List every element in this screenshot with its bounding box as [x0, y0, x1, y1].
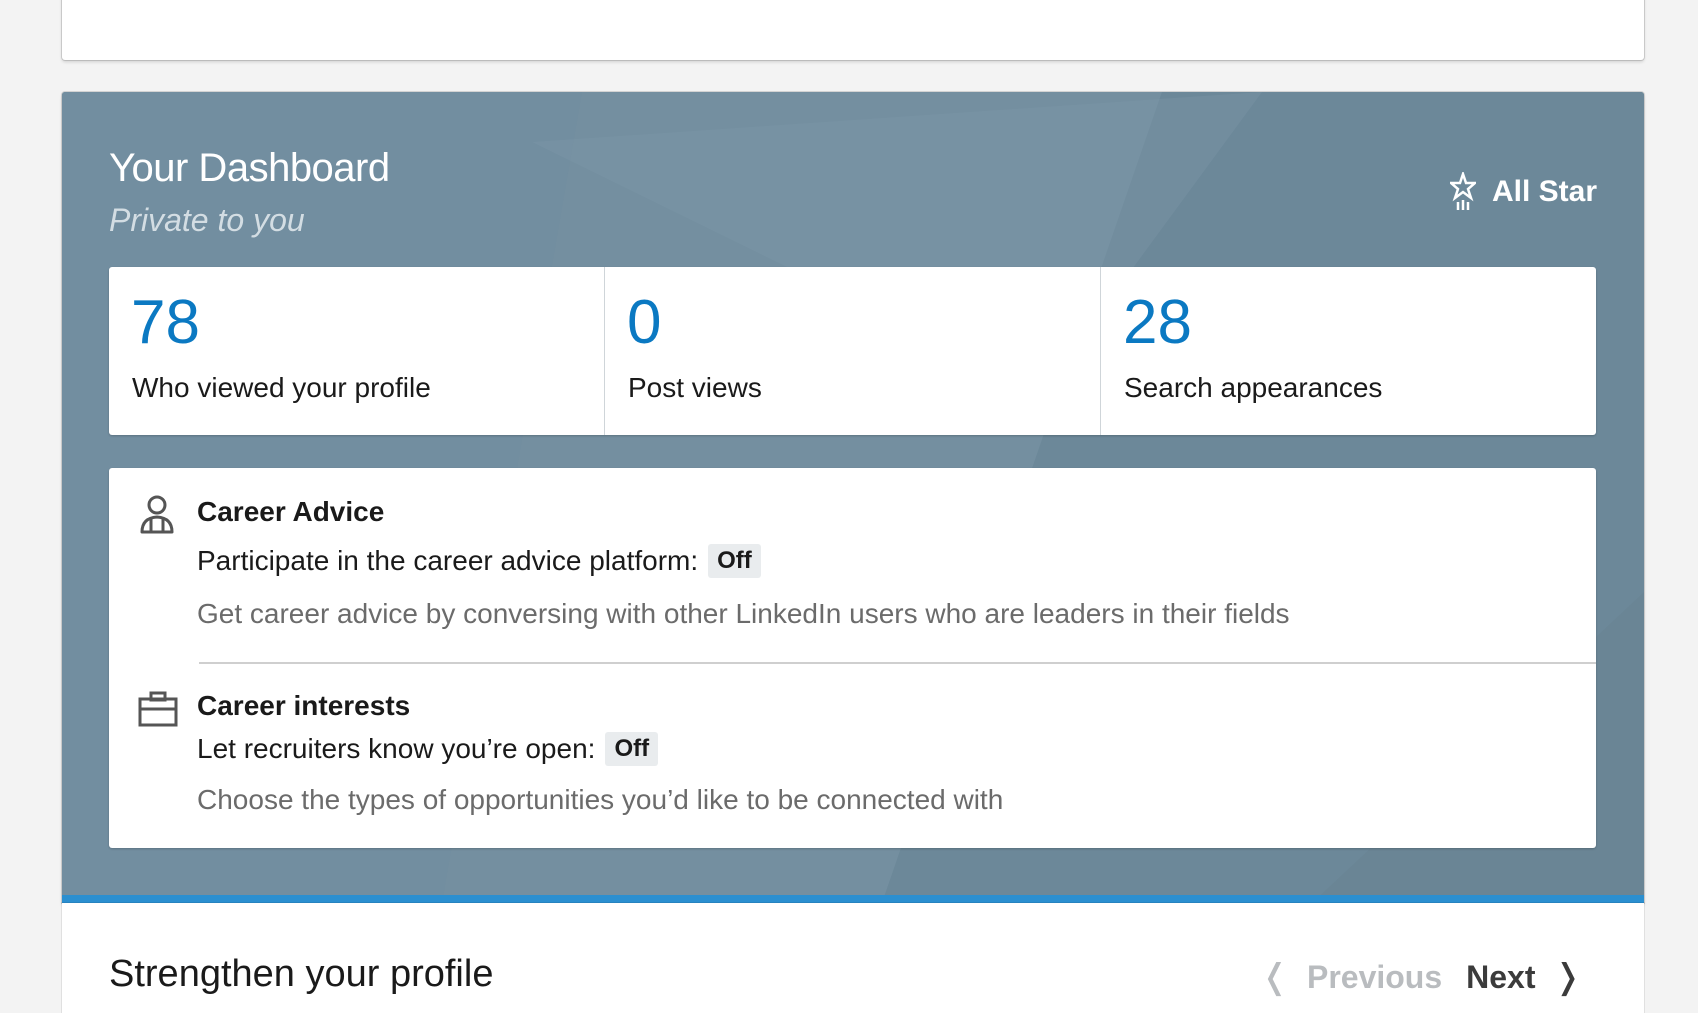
stat-search-appearances[interactable]: 28 Search appearances: [1101, 267, 1596, 435]
chevron-right-icon: ❭: [1553, 958, 1583, 996]
dashboard-accent-bar: [62, 895, 1644, 903]
briefcase-icon: [138, 691, 178, 727]
stat-value: 0: [627, 288, 662, 357]
career-interests-title[interactable]: Career interests: [197, 690, 410, 722]
chevron-left-icon: ❬: [1260, 958, 1289, 996]
stat-label: Who viewed your profile: [132, 372, 431, 403]
pager: ❬ Previous Next ❭: [1260, 957, 1582, 997]
dashboard-title: Your Dashboard: [109, 146, 390, 190]
previous-label: Previous: [1306, 958, 1443, 995]
career-advice-status-badge: Off: [708, 544, 761, 578]
stat-label: Search appearances: [1124, 372, 1383, 403]
career-interests-setting[interactable]: Let recruiters know you’re open: Off: [197, 732, 659, 766]
next-label: Next: [1466, 958, 1536, 995]
profile-strength-label: All Star: [1492, 175, 1598, 208]
stat-profile-views[interactable]: 78 Who viewed your profile: [109, 267, 605, 435]
strengthen-heading: Strengthen your profile: [109, 953, 494, 995]
previous-button[interactable]: ❬ Previous: [1260, 957, 1442, 997]
career-interests-status-badge: Off: [605, 732, 659, 766]
career-advice-title[interactable]: Career Advice: [197, 496, 384, 528]
stats-bar: 78 Who viewed your profile 0 Post views …: [109, 267, 1596, 435]
dashboard-subtitle: Private to you: [109, 202, 305, 238]
divider: [199, 662, 1596, 664]
stat-value: 28: [1123, 288, 1192, 357]
person-icon: [140, 495, 174, 534]
stat-label: Post views: [628, 372, 762, 403]
strengthen-profile-card: Strengthen your profile ❬ Previous Next …: [62, 903, 1644, 1013]
career-interests-setting-label: Let recruiters know you’re open:: [197, 733, 596, 764]
stat-value: 78: [131, 288, 200, 357]
card-partial-content: [818, 0, 978, 2]
career-advice-setting-label: Participate in the career advice platfor…: [197, 545, 699, 576]
star-icon: [1450, 172, 1476, 210]
next-button[interactable]: Next ❭: [1466, 957, 1582, 997]
dashboard-card: Your Dashboard Private to you All Star 7…: [62, 92, 1644, 903]
career-advice-description: Get career advice by conversing with oth…: [197, 598, 1290, 629]
career-interests-description: Choose the types of opportunities you’d …: [197, 784, 1004, 815]
profile-strength-badge[interactable]: All Star: [1450, 172, 1597, 212]
career-panel: Career Advice Participate in the career …: [109, 468, 1596, 848]
stat-post-views[interactable]: 0 Post views: [605, 267, 1101, 435]
career-advice-setting[interactable]: Participate in the career advice platfor…: [197, 544, 761, 578]
previous-card: [62, 0, 1644, 60]
